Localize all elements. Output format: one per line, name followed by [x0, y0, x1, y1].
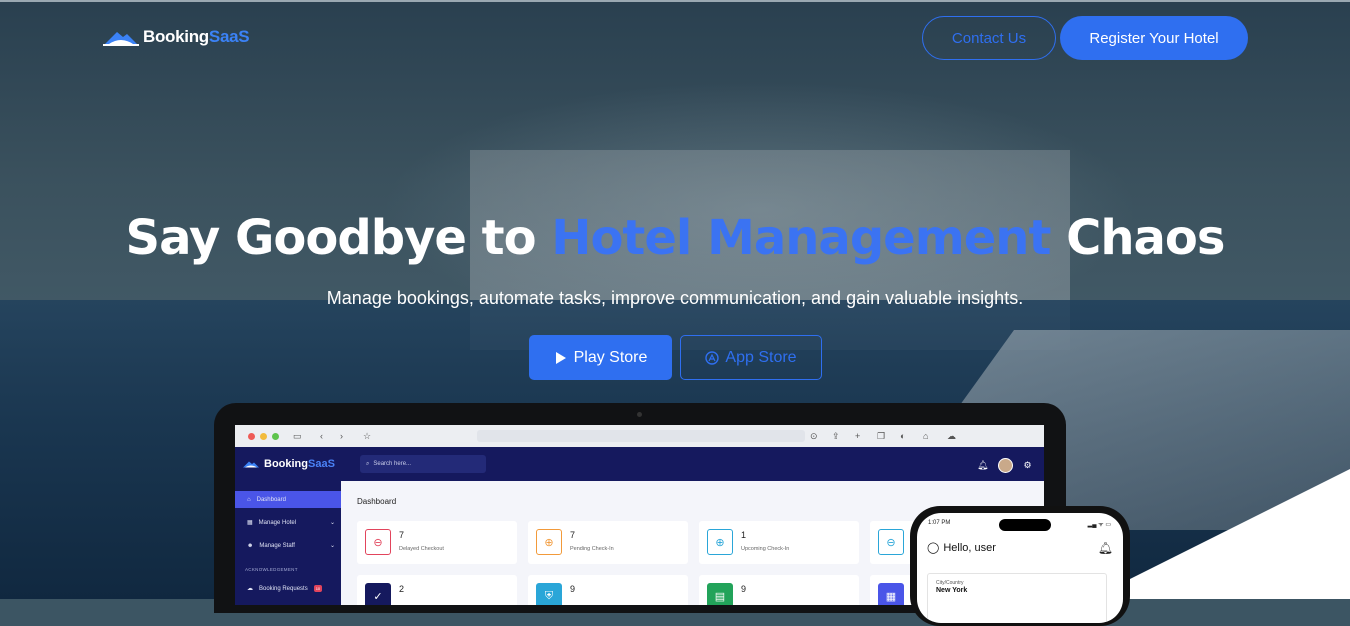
- share-icon: ⇪: [832, 431, 840, 441]
- browser-toolbar: ▭ ‹ › ☆ ⊙ ⇪ + ❐ ◐ ⌂ ☁: [235, 425, 1044, 448]
- dynamic-island: [999, 519, 1051, 531]
- stat-value: 7: [399, 530, 405, 540]
- app-store-button[interactable]: App Store: [680, 335, 822, 380]
- checkout-icon: ⊖: [365, 529, 391, 555]
- shield-icon: ◐: [900, 431, 906, 441]
- booking-icon: ☁: [247, 586, 253, 592]
- header-actions: 🔔︎ ⚙: [977, 458, 1032, 473]
- page-title: Dashboard: [357, 497, 397, 506]
- stat-card-row2-3[interactable]: ▤ 9: [699, 575, 859, 605]
- dashboard-search-input[interactable]: ⌕ Search here...: [360, 455, 486, 473]
- brand-logo[interactable]: BookingSaaS: [103, 27, 250, 47]
- staff-icon: ☻: [247, 542, 254, 549]
- hero-headline: Say Goodbye to Hotel Management Chaos: [125, 210, 1226, 266]
- top-border: [0, 0, 1350, 2]
- sidebar-item-booking-requests[interactable]: ☁ Booking Requests 10: [235, 580, 341, 597]
- stat-value: 1: [741, 530, 747, 540]
- phone-greeting: ◯ Hello, user: [927, 541, 996, 555]
- app-header: [235, 447, 1044, 481]
- checkout-icon: ⊖: [878, 529, 904, 555]
- check-icon: ✓: [365, 583, 391, 605]
- maximize-dot: [272, 433, 279, 440]
- sidebar-item-manage-staff[interactable]: ☻ Manage Staff ⌄: [235, 537, 341, 554]
- city-label: City/Country: [936, 580, 964, 586]
- back-icon: ‹: [320, 431, 323, 441]
- bookmark-icon: ☆: [363, 431, 372, 441]
- stat-label: Upcoming Check-In: [741, 546, 790, 552]
- greeting-text: Hello, user: [943, 541, 996, 554]
- mountain-logo-icon: [103, 32, 139, 46]
- sidebar-item-label: Dashboard: [256, 496, 286, 503]
- cloud-icon: ☁: [947, 431, 956, 441]
- home-icon: ⌂: [247, 496, 251, 503]
- upcoming-icon: ⊕: [707, 529, 733, 555]
- stat-card-upcoming-checkin[interactable]: ⊕ 1 Upcoming Check-In: [699, 521, 859, 564]
- sidebar-item-label: Manage Hotel: [258, 519, 297, 526]
- address-bar: [477, 430, 805, 442]
- stat-card-row2-1[interactable]: ✓ 2: [357, 575, 517, 605]
- app-store-icon: [705, 350, 720, 365]
- stat-card-row2-2[interactable]: ⛨ 9: [528, 575, 688, 605]
- clipboard-icon: ▤: [707, 583, 733, 605]
- stat-card-pending-checkin[interactable]: ⊕ 7 Pending Check-In: [528, 521, 688, 564]
- city-value: New York: [936, 587, 968, 594]
- checkin-icon: ⊕: [536, 529, 562, 555]
- phone-screen: 1:07 PM ▂▄ ᯤ ▭ ◯ Hello, user 🔔︎ City/Cou…: [917, 513, 1123, 623]
- stat-label: Pending Check-In: [570, 546, 614, 552]
- play-store-button[interactable]: Play Store: [529, 335, 672, 380]
- shield-icon: ⛨: [536, 583, 562, 605]
- hotel-icon: ▦: [247, 520, 253, 526]
- status-badge: 10: [313, 585, 323, 592]
- hero-subheadline: Manage bookings, automate tasks, improve…: [326, 288, 1024, 308]
- bell-icon[interactable]: 🔔︎: [977, 460, 988, 471]
- user-icon: ◯: [927, 542, 940, 554]
- city-field[interactable]: City/Country New York: [927, 573, 1107, 623]
- avatar[interactable]: [998, 458, 1014, 473]
- close-dot: [248, 433, 255, 440]
- building-icon: ▦: [878, 583, 904, 605]
- search-icon: ⌕: [366, 460, 370, 467]
- stat-value: 2: [399, 584, 405, 594]
- sidebar-item-manage-hotel[interactable]: ▦ Manage Hotel ⌄: [235, 514, 341, 531]
- sidebar-toggle-icon: ▭: [293, 431, 302, 441]
- settings-icon[interactable]: ⚙: [1023, 460, 1031, 471]
- search-placeholder: Search here...: [373, 461, 412, 467]
- phone-time: 1:07 PM: [928, 520, 951, 526]
- stat-value: 9: [570, 584, 576, 594]
- stat-card-delayed-checkout[interactable]: ⊖ 7 Delayed Checkout: [357, 521, 517, 564]
- minimize-dot: [260, 433, 267, 440]
- chevron-down-icon: ⌄: [329, 520, 335, 526]
- mountain-logo-icon: [243, 461, 259, 468]
- laptop-camera: [637, 412, 642, 417]
- stat-label: Delayed Checkout: [399, 546, 444, 552]
- dashboard-logo: BookingSaaS: [241, 458, 335, 470]
- register-hotel-button[interactable]: Register Your Hotel: [1060, 16, 1248, 60]
- chevron-down-icon: ⌄: [329, 543, 335, 549]
- sidebar-item-label: Booking Requests: [259, 585, 308, 592]
- stat-value: 7: [570, 530, 576, 540]
- contact-us-button[interactable]: Contact Us: [922, 16, 1056, 60]
- bell-icon[interactable]: 🔔︎: [1098, 541, 1113, 555]
- download-icon: ⊙: [810, 431, 818, 441]
- new-tab-icon: +: [855, 431, 861, 441]
- signal-wifi-battery-icon: ▂▄ ᯤ ▭: [1087, 522, 1111, 528]
- play-store-icon: [555, 351, 566, 364]
- stat-value: 9: [741, 584, 747, 594]
- brand-name: BookingSaaS: [143, 27, 250, 46]
- forward-icon: ›: [340, 431, 343, 441]
- play-store-label: Play Store: [573, 348, 648, 366]
- app-store-label: App Store: [725, 348, 797, 366]
- sidebar-item-label: Manage Staff: [259, 542, 295, 549]
- sidebar-item-dashboard[interactable]: ⌂ Dashboard: [235, 491, 341, 508]
- home-browser-icon: ⌂: [923, 431, 929, 441]
- sidebar-section-label: ACKNOWLEDGEMENT: [245, 567, 298, 572]
- tabs-icon: ❐: [877, 431, 886, 441]
